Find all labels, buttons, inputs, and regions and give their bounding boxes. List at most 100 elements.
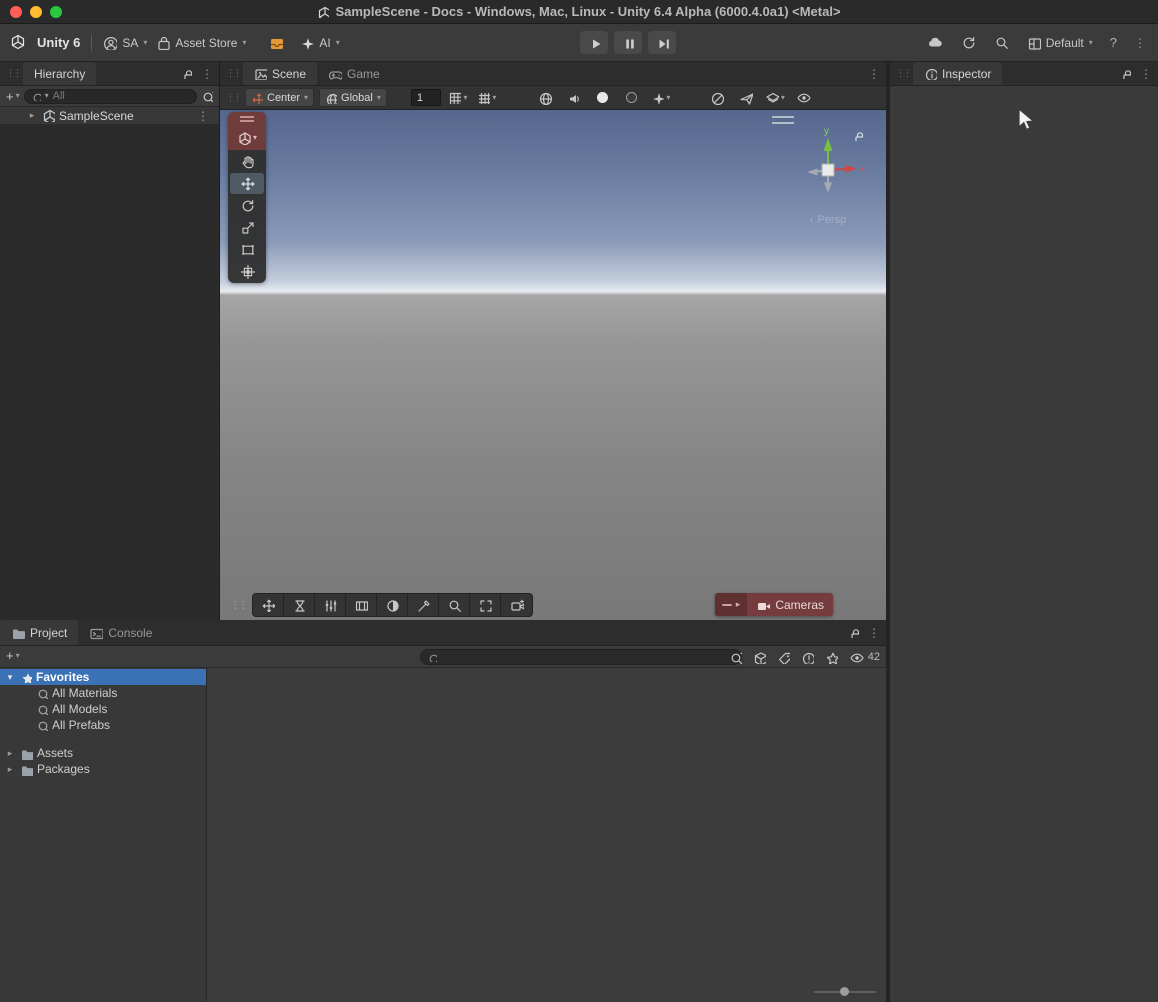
project-content-area[interactable] — [208, 668, 886, 1002]
scale-tool-button[interactable] — [230, 217, 264, 238]
panel-drag-handle[interactable]: ⋮⋮ — [220, 62, 243, 85]
overlay-orientation-button[interactable] — [470, 594, 501, 616]
slider-thumb[interactable] — [840, 987, 849, 996]
tab-inspector[interactable]: Inspector — [913, 62, 1002, 85]
cameras-overlay-drag-handle[interactable]: ▸ — [715, 593, 748, 616]
project-search-input[interactable] — [420, 649, 742, 665]
help-button[interactable]: ? — [1110, 35, 1117, 50]
minimize-window-button[interactable] — [30, 6, 42, 18]
package-filter-button[interactable] — [753, 651, 766, 664]
foldout-icon[interactable]: ▸ — [4, 748, 16, 759]
ai-dropdown[interactable]: AI ▾ — [300, 36, 339, 50]
tools-overlay-drag-handle[interactable] — [228, 112, 266, 126]
rotate-tool-button[interactable] — [230, 195, 264, 216]
foldout-icon[interactable]: ▸ — [4, 764, 16, 775]
pivot-mode-dropdown[interactable]: Center ▾ — [245, 88, 314, 107]
gizmo-center-cube[interactable] — [822, 164, 834, 176]
overlay-visibility-toggle[interactable] — [792, 88, 816, 107]
move-tool-button[interactable] — [230, 173, 264, 194]
scene-audio-toggle[interactable] — [562, 88, 586, 107]
tree-item-all-materials[interactable]: All Materials — [0, 685, 206, 701]
gizmo-y-axis[interactable]: y — [824, 126, 833, 170]
effects-dropdown[interactable]: ▾ — [649, 88, 673, 107]
lock-icon[interactable] — [181, 68, 192, 79]
overlay-render-mode-button[interactable] — [377, 594, 408, 616]
favorites-filter-button[interactable] — [825, 651, 838, 664]
history-button[interactable] — [961, 35, 977, 51]
asset-store-dropdown[interactable]: Asset Store ▾ — [156, 36, 246, 50]
scene-viewport[interactable]: ▾ — [220, 110, 886, 620]
open-search-window-button[interactable] — [729, 651, 742, 664]
tree-item-all-models[interactable]: All Models — [0, 701, 206, 717]
fog-toggle[interactable] — [620, 88, 644, 107]
notifications-button[interactable] — [269, 36, 283, 50]
thumbnail-zoom-slider[interactable] — [814, 986, 876, 997]
orientation-gizmo[interactable]: y x — [788, 124, 868, 208]
tab-game[interactable]: Game — [317, 62, 391, 85]
panel-menu-button[interactable]: ⋮ — [868, 68, 880, 80]
visibility-toggle[interactable]: 42 — [849, 650, 880, 665]
play-button[interactable] — [580, 31, 608, 54]
panel-menu-button[interactable]: ⋮ — [1140, 68, 1152, 80]
foldout-icon[interactable]: ▾ — [4, 672, 16, 683]
tree-item-assets[interactable]: ▸ Assets — [0, 745, 206, 761]
lock-icon[interactable] — [848, 627, 859, 638]
open-search-window-button[interactable] — [201, 90, 213, 102]
tree-item-packages[interactable]: ▸ Packages — [0, 761, 206, 777]
gizmo-lock-icon[interactable] — [852, 130, 863, 141]
label-filter-button[interactable] — [777, 651, 790, 664]
transform-tool-button[interactable] — [230, 261, 264, 282]
overlay-grid-snap-button[interactable] — [346, 594, 377, 616]
overlay-drag-handle[interactable] — [772, 116, 794, 124]
create-object-dropdown[interactable]: +▾ — [6, 90, 20, 103]
grid-size-field[interactable]: 1 — [411, 89, 441, 106]
layout-dropdown[interactable]: Default ▾ — [1027, 36, 1093, 50]
fullscreen-window-button[interactable] — [50, 6, 62, 18]
gizmo-disable-toggle[interactable] — [705, 88, 729, 107]
panel-menu-button[interactable]: ⋮ — [868, 627, 880, 639]
overlay-annotation-button[interactable] — [408, 594, 439, 616]
pause-button[interactable] — [614, 31, 642, 54]
cameras-overlay-label[interactable]: Cameras — [747, 593, 833, 616]
step-button[interactable] — [648, 31, 676, 54]
gizmo-projection-label[interactable]: ‹ Persp — [788, 214, 868, 226]
orientation-dropdown[interactable]: Global ▾ — [319, 88, 387, 107]
hierarchy-search-input[interactable]: ▾ All — [24, 89, 197, 104]
tab-project[interactable]: Project — [0, 620, 78, 645]
info-filter-button[interactable] — [801, 651, 814, 664]
grid-visibility-dropdown[interactable]: ▾ — [475, 88, 499, 107]
camera-flythrough-toggle[interactable] — [734, 88, 758, 107]
lock-icon[interactable] — [1120, 68, 1131, 79]
tab-scene[interactable]: Scene — [243, 62, 317, 85]
panel-menu-button[interactable]: ⋮ — [201, 68, 213, 80]
scene-toolbar-grip[interactable]: ⋮⋮ — [226, 93, 240, 102]
toolbar-menu-button[interactable]: ⋮ — [1134, 37, 1146, 49]
account-dropdown[interactable]: SA ▾ — [103, 36, 147, 50]
view-tool-button[interactable] — [230, 151, 264, 172]
overlay-transform-tools-button[interactable] — [253, 594, 284, 616]
cameras-overlay[interactable]: ▸ Cameras — [715, 593, 833, 616]
search-button[interactable] — [994, 35, 1010, 51]
panel-drag-handle[interactable]: ⋮⋮ — [890, 62, 913, 85]
scene-lighting-toggle[interactable] — [533, 88, 557, 107]
overlay-view-options-button[interactable] — [284, 594, 315, 616]
view-options-dropdown[interactable]: ▾ — [228, 126, 266, 150]
overlay-search-button[interactable] — [439, 594, 470, 616]
foldout-icon[interactable]: ▸ — [26, 110, 38, 121]
overlay-drag-grip[interactable]: ⋮⋮ — [230, 600, 246, 611]
create-asset-dropdown[interactable]: +▾ — [6, 649, 20, 662]
layers-dropdown[interactable]: ▾ — [763, 88, 787, 107]
close-window-button[interactable] — [10, 6, 22, 18]
hierarchy-item-scene[interactable]: ▸ SampleScene ⋮ — [0, 107, 219, 124]
overlay-tool-settings-button[interactable] — [315, 594, 346, 616]
panel-drag-handle[interactable]: ⋮⋮ — [0, 62, 23, 85]
cloud-button[interactable] — [927, 34, 944, 51]
tree-item-all-prefabs[interactable]: All Prefabs — [0, 717, 206, 733]
scene-item-menu-button[interactable]: ⋮ — [197, 110, 209, 122]
tab-hierarchy[interactable]: Hierarchy — [23, 62, 96, 85]
overlay-cameras-button[interactable] — [501, 594, 532, 616]
rect-tool-button[interactable] — [230, 239, 264, 260]
tab-console[interactable]: Console — [78, 620, 163, 645]
tree-item-favorites[interactable]: ▾ Favorites — [0, 669, 206, 685]
snap-increment-dropdown[interactable]: ▾ — [446, 88, 470, 107]
